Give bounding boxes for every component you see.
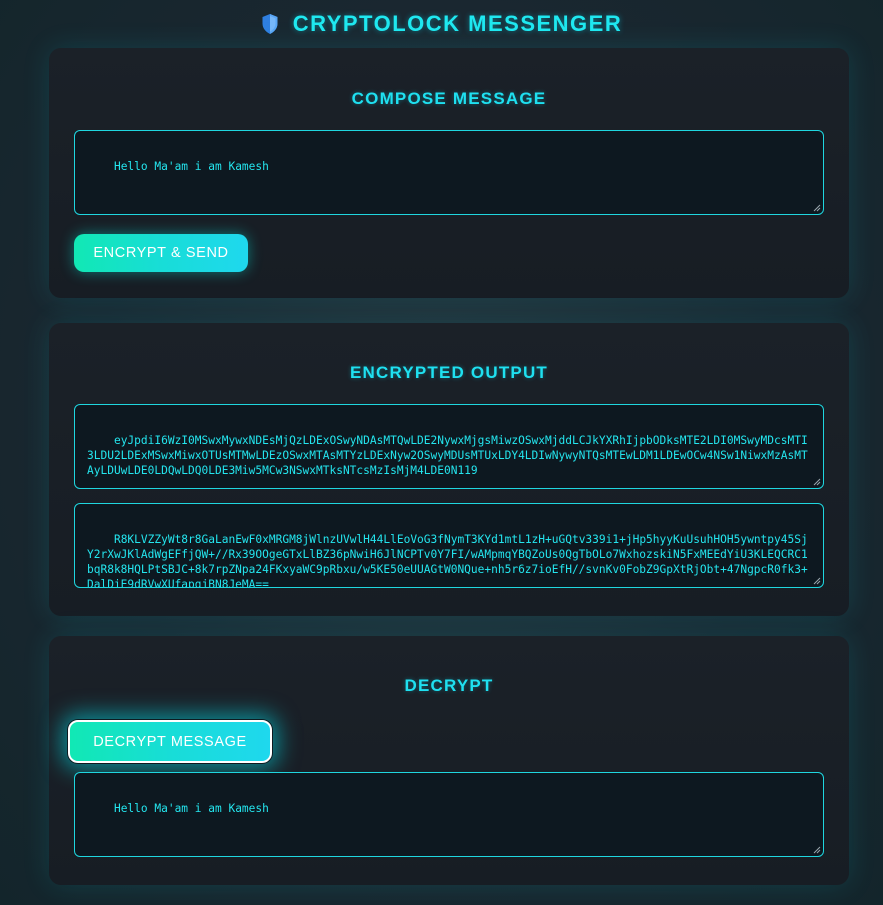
encrypt-send-button[interactable]: ENCRYPT & SEND	[74, 234, 248, 272]
output-heading: ENCRYPTED OUTPUT	[349, 363, 549, 382]
resize-handle-icon[interactable]	[812, 203, 821, 212]
ciphertext-2-text: R8KLVZZyWt8r8GaLanEwF0xMRGM8jWlnzUVwlH44…	[87, 533, 808, 588]
ciphertext-field-2[interactable]: R8KLVZZyWt8r8GaLanEwF0xMRGM8jWlnzUVwlH44…	[74, 503, 824, 588]
decrypt-message-button[interactable]: DECRYPT MESSAGE	[68, 720, 272, 763]
resize-handle-icon[interactable]	[812, 845, 821, 854]
resize-handle-icon[interactable]	[812, 477, 821, 486]
ciphertext-field-1[interactable]: eyJpdiI6WzI0MSwxMywxNDEsMjQzLDExOSwyNDAs…	[74, 404, 824, 489]
message-input-text: Hello Ma'am i am Kamesh	[113, 160, 269, 173]
decrypted-output-field[interactable]: Hello Ma'am i am Kamesh	[74, 772, 824, 857]
compose-panel: COMPOSE MESSAGE Hello Ma'am i am Kamesh …	[49, 48, 849, 298]
app-title: CRYPTOLOCK MESSENGER	[292, 11, 623, 36]
decrypted-output-text: Hello Ma'am i am Kamesh	[113, 802, 269, 815]
decrypt-panel: DECRYPT DECRYPT MESSAGE Hello Ma'am i am…	[49, 636, 849, 885]
app-header: CRYPTOLOCK MESSENGER	[0, 10, 883, 38]
encrypted-output-panel: ENCRYPTED OUTPUT eyJpdiI6WzI0MSwxMywxNDE…	[49, 323, 849, 616]
resize-handle-icon[interactable]	[812, 576, 821, 585]
message-input[interactable]: Hello Ma'am i am Kamesh	[74, 130, 824, 215]
compose-heading: COMPOSE MESSAGE	[351, 89, 547, 108]
ciphertext-1-text: eyJpdiI6WzI0MSwxMywxNDEsMjQzLDExOSwyNDAs…	[87, 434, 808, 477]
shield-icon	[262, 14, 278, 34]
decrypt-heading: DECRYPT	[404, 676, 494, 695]
